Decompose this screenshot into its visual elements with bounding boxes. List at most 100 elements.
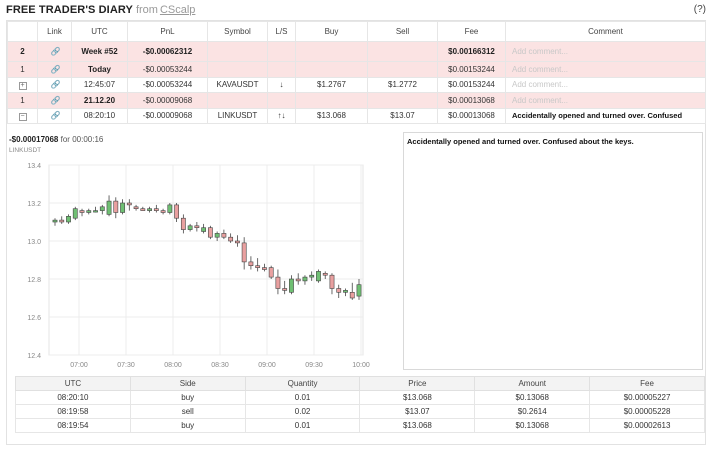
candle-body (221, 233, 227, 238)
candle-body (302, 276, 308, 282)
col-pnl[interactable]: PnL (127, 21, 208, 42)
trade-ls: ↓ (267, 76, 296, 93)
fill-quantity: 0.01 (244, 418, 361, 433)
candle-body (93, 210, 98, 213)
col-ls[interactable]: L/S (267, 21, 296, 42)
candle-body (207, 227, 213, 238)
comment-textarea[interactable]: Accidentally opened and turned over. Con… (403, 132, 703, 370)
fill-quantity: 0.02 (244, 404, 361, 419)
brand-link[interactable]: CScalp (160, 4, 195, 16)
fills-col-side: Side (129, 376, 246, 391)
candle-body (120, 202, 125, 213)
candle-body (214, 233, 220, 238)
candle-body (295, 278, 301, 282)
trade-utc: 12:45:07 (71, 76, 128, 93)
help-button[interactable]: (?) (694, 4, 706, 15)
col-buy[interactable]: Buy (295, 21, 368, 42)
trade-row[interactable]: + 🔗 12:45:07 -$0.00053244 KAVAUSDT ↓ $1.… (7, 76, 706, 93)
link-icon[interactable]: 🔗 (51, 81, 61, 89)
candle-body (140, 208, 146, 211)
fill-fee: $0.00002613 (589, 418, 705, 433)
trade-pnl: -$0.00053244 (127, 76, 208, 93)
today-link-cell[interactable]: 🔗 (37, 61, 72, 78)
candle-body (289, 278, 294, 293)
chart-grid (48, 164, 364, 356)
price-chart[interactable]: 13.4 13.2 13.0 12.8 12.6 12.4 07:00 07:30 08:00… (7, 153, 399, 373)
x-tick-label: 09:00 (258, 362, 276, 369)
day-buy (295, 92, 368, 109)
week-fee: $0.00166312 (437, 41, 506, 62)
trades-table: Link UTC PnL Symbol L/S Buy Sell Fee Com… (7, 21, 706, 124)
fills-table: UTC Side Quantity Price Amount Fee 08:20… (15, 376, 705, 433)
day-comment-input[interactable]: Add comment... (505, 92, 706, 109)
link-icon[interactable]: 🔗 (51, 48, 61, 56)
today-sell (367, 61, 438, 78)
fills-col-fee: Fee (589, 376, 705, 391)
trade-link-cell[interactable]: 🔗 (37, 107, 72, 124)
fills-col-utc: UTC (15, 376, 131, 391)
collapse-cell[interactable]: − (7, 107, 38, 124)
col-comment: Comment (505, 21, 706, 42)
fill-fee: $0.00005228 (589, 404, 705, 419)
col-utc[interactable]: UTC (71, 21, 128, 42)
day-link-cell[interactable]: 🔗 (37, 92, 72, 109)
fill-amount: $0.2614 (474, 404, 591, 419)
today-row[interactable]: 1 🔗 Today -$0.00053244 $0.00153244 Add c… (7, 61, 706, 78)
trade-pnl: -$0.00009068 (127, 107, 208, 124)
minus-box-icon[interactable]: − (18, 112, 27, 121)
link-icon[interactable]: 🔗 (51, 65, 61, 74)
x-tick-label: 09:30 (305, 362, 323, 369)
candle-body (343, 290, 348, 293)
trade-symbol: LINKUSDT (207, 107, 268, 124)
week-pnl: -$0.00062312 (127, 41, 208, 62)
candle-body (235, 240, 240, 244)
candle-body (322, 273, 328, 276)
week-comment-input[interactable]: Add comment... (505, 41, 706, 62)
today-comment-input[interactable]: Add comment... (505, 61, 706, 78)
candle-body (147, 208, 152, 211)
col-sell[interactable]: Sell (367, 21, 438, 42)
candle-body (262, 267, 267, 270)
x-tick-label: 07:00 (70, 362, 88, 369)
week-link-cell[interactable]: 🔗 (37, 41, 72, 62)
trade-buy: $1.2767 (295, 76, 368, 93)
candle-body (180, 217, 186, 230)
trade-ls: ↑↓ (267, 107, 296, 124)
candle-body (336, 288, 342, 293)
link-icon[interactable]: 🔗 (51, 112, 61, 120)
week-label: Week #52 (71, 41, 128, 62)
week-row[interactable]: 2 🔗 Week #52 -$0.00062312 $0.00166312 Ad… (7, 41, 706, 62)
x-tick-label: 08:00 (164, 362, 182, 369)
from-label: from (135, 4, 158, 16)
trade-comment-input[interactable]: Accidentally opened and turned over. Con… (505, 107, 706, 124)
candle-body (194, 225, 200, 229)
x-axis: 07:00 07:30 08:00 08:30 09:00 09:30 10:00 (70, 362, 370, 369)
today-pnl: -$0.00053244 (127, 61, 208, 78)
week-buy (295, 41, 368, 62)
trade-row-selected[interactable]: − 🔗 08:20:10 -$0.00009068 LINKUSDT ↑↓ $1… (7, 107, 706, 124)
candle-body (248, 261, 254, 267)
candle-body (187, 225, 193, 230)
fill-row: 08:19:58 sell 0.02 $13.07 $0.2614 $0.000… (15, 404, 705, 419)
col-fee[interactable]: Fee (437, 21, 506, 42)
today-label: Today (71, 61, 128, 78)
plus-box-icon[interactable]: + (18, 81, 27, 90)
fill-quantity: 0.01 (244, 390, 361, 405)
trade-link-cell[interactable]: 🔗 (37, 76, 72, 93)
fill-side: buy (129, 418, 246, 433)
candle-body (282, 288, 288, 291)
col-symbol[interactable]: Symbol (207, 21, 268, 42)
diary-panel: Link UTC PnL Symbol L/S Buy Sell Fee Com… (6, 20, 706, 445)
expand-cell[interactable]: + (7, 76, 38, 93)
candle-body (316, 271, 321, 282)
day-fee: $0.00013068 (437, 92, 506, 109)
fill-side: sell (129, 404, 246, 419)
candle-body (72, 208, 78, 219)
link-icon[interactable]: 🔗 (51, 96, 61, 105)
day-row[interactable]: 1 🔗 21.12.20 -$0.00009068 $0.00013068 Ad… (7, 92, 706, 109)
fill-utc: 08:19:54 (15, 418, 131, 433)
today-buy (295, 61, 368, 78)
trade-comment-input[interactable]: Add comment... (505, 76, 706, 93)
day-label: 21.12.20 (71, 92, 128, 109)
candle-body (309, 274, 315, 278)
